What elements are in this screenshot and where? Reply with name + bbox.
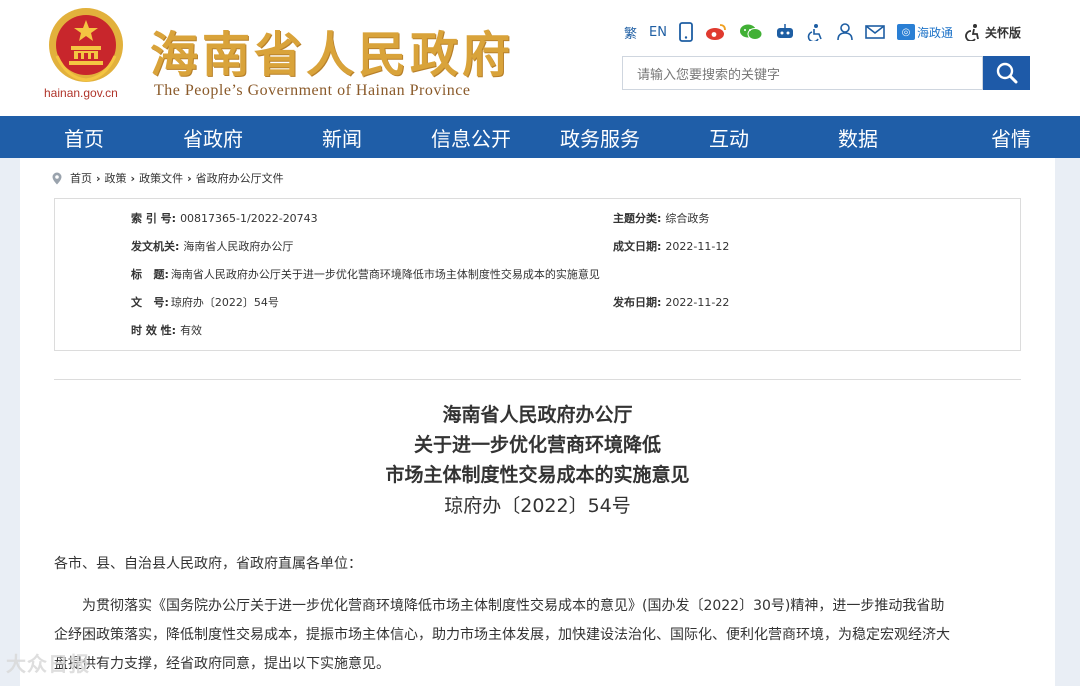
meta-topic: 主题分类: 综合政务 bbox=[613, 211, 709, 225]
nav-item-government-services[interactable]: 政务服务 bbox=[516, 116, 684, 158]
site-header: hainan.gov.cn 海南省人民政府 The People’s Gover… bbox=[0, 0, 1080, 116]
breadcrumb-office-documents[interactable]: 省政府办公厅文件 bbox=[196, 170, 284, 186]
meta-publish-label: 发布日期: bbox=[613, 296, 662, 309]
meta-written-label: 成文日期: bbox=[613, 240, 662, 253]
meta-issuer-value: 海南省人民政府办公厅 bbox=[183, 240, 294, 253]
haizhengtong-link[interactable]: ◎ 海政通 bbox=[896, 20, 953, 44]
elder-care-label: 关怀版 bbox=[984, 25, 1021, 40]
breadcrumb-home[interactable]: 首页 bbox=[70, 170, 92, 186]
document-salutation: 各市、县、自治县人民政府，省政府直属各单位： bbox=[54, 556, 362, 572]
meta-title-label: 标 题: bbox=[131, 268, 169, 281]
meta-doc-no-label: 文 号: bbox=[131, 296, 169, 309]
nav-item-home[interactable]: 首页 bbox=[0, 116, 168, 158]
meta-publish-value: 2022-11-22 bbox=[665, 295, 730, 309]
wechat-icon[interactable] bbox=[739, 20, 763, 44]
meta-index-value: 00817365-1/2022-20743 bbox=[180, 211, 318, 225]
haizhengtong-label: 海政通 bbox=[916, 25, 953, 40]
weibo-icon[interactable] bbox=[705, 20, 727, 44]
meta-title-value: 海南省人民政府办公厅关于进一步优化营商环境降低市场主体制度性交易成本的实施意见 bbox=[170, 268, 600, 281]
traditional-chinese-link[interactable]: 繁 bbox=[624, 20, 637, 44]
accessibility-icon[interactable] bbox=[807, 20, 825, 44]
document-body-line-3: 盘提供有力支撑，经省政府同意，提出以下实施意见。 bbox=[54, 656, 390, 672]
document-metadata-box: 索 引 号: 00817365-1/2022-20743 主题分类: 综合政务 … bbox=[54, 198, 1021, 351]
breadcrumb-policy-documents[interactable]: 政策文件 bbox=[139, 170, 183, 186]
section-divider bbox=[54, 379, 1021, 380]
elder-care-link[interactable]: 关怀版 bbox=[965, 20, 1021, 44]
document-body-line-1: 为贯彻落实《国务院办公厅关于进一步优化营商环境降低市场主体制度性交易成本的意见》… bbox=[82, 598, 945, 614]
nav-item-data[interactable]: 数据 bbox=[774, 116, 942, 158]
top-toolbar: 繁 EN ◎ 海政通 关怀版 bbox=[624, 20, 1033, 44]
meta-topic-label: 主题分类: bbox=[613, 212, 662, 225]
content-panel: 首页 › 政策 › 政策文件 › 省政府办公厅文件 索 引 号: 0081736… bbox=[20, 158, 1055, 686]
search-icon bbox=[996, 62, 1017, 84]
national-emblem-icon bbox=[49, 8, 123, 82]
meta-issuer: 发文机关: 海南省人民政府办公厅 bbox=[131, 239, 293, 253]
breadcrumb-separator: › bbox=[130, 171, 136, 185]
location-pin-icon bbox=[52, 172, 62, 184]
meta-validity: 时 效 性: 有效 bbox=[131, 323, 202, 337]
mobile-icon[interactable] bbox=[679, 20, 693, 44]
nav-item-interaction[interactable]: 互动 bbox=[684, 116, 774, 158]
meta-validity-label: 时 效 性: bbox=[131, 324, 177, 337]
nav-item-provincial-government[interactable]: 省政府 bbox=[168, 116, 258, 158]
nav-item-information-disclosure[interactable]: 信息公开 bbox=[426, 116, 516, 158]
breadcrumb: 首页 › 政策 › 政策文件 › 省政府办公厅文件 bbox=[52, 170, 284, 186]
breadcrumb-separator: › bbox=[187, 171, 192, 185]
document-body-line-2: 企纾困政策落实，降低制度性交易成本，提振市场主体信心，助力市场主体发展，加快建设… bbox=[54, 627, 950, 643]
breadcrumb-policy[interactable]: 政策 bbox=[105, 170, 127, 186]
meta-index: 索 引 号: 00817365-1/2022-20743 bbox=[131, 211, 318, 226]
haizhengtong-icon: ◎ bbox=[896, 24, 915, 40]
site-title[interactable]: 海南省人民政府 bbox=[150, 15, 514, 85]
meta-written-value: 2022-11-12 bbox=[665, 239, 730, 253]
meta-publish-date: 发布日期: 2022-11-22 bbox=[613, 295, 730, 310]
meta-doc-number: 文 号: 琼府办〔2022〕54号 bbox=[131, 295, 279, 309]
search-button[interactable] bbox=[983, 56, 1030, 90]
search-input[interactable]: 请输入您要搜索的关键字 bbox=[622, 56, 983, 90]
meta-written-date: 成文日期: 2022-11-12 bbox=[613, 239, 730, 254]
main-nav: 首页 省政府 新闻 信息公开 政务服务 互动 数据 省情 bbox=[0, 116, 1080, 158]
meta-topic-value: 综合政务 bbox=[665, 212, 710, 225]
document-title-line-2: 关于进一步优化营商环境降低 bbox=[413, 434, 661, 456]
mail-icon[interactable] bbox=[865, 20, 885, 44]
robot-icon[interactable] bbox=[775, 20, 795, 44]
source-watermark: 大众日报 bbox=[6, 652, 90, 676]
meta-index-label: 索 引 号: bbox=[131, 212, 177, 225]
meta-doc-no-value: 琼府办〔2022〕54号 bbox=[170, 296, 279, 309]
user-icon[interactable] bbox=[837, 20, 853, 44]
breadcrumb-separator: › bbox=[96, 171, 101, 185]
document-title-line-1: 海南省人民政府办公厅 bbox=[442, 404, 633, 426]
nav-item-provincial-profile[interactable]: 省情 bbox=[942, 116, 1080, 158]
document-number: 琼府办〔2022〕54号 bbox=[444, 495, 631, 517]
meta-validity-value: 有效 bbox=[180, 324, 203, 337]
document-title-line-3: 市场主体制度性交易成本的实施意见 bbox=[385, 464, 690, 486]
nav-item-news[interactable]: 新闻 bbox=[258, 116, 426, 158]
site-domain: hainan.gov.cn bbox=[44, 86, 118, 100]
elder-care-icon bbox=[965, 24, 979, 41]
english-link[interactable]: EN bbox=[649, 20, 667, 44]
meta-title: 标 题: 海南省人民政府办公厅关于进一步优化营商环境降低市场主体制度性交易成本的… bbox=[131, 267, 600, 281]
site-subtitle: The People’s Government of Hainan Provin… bbox=[154, 82, 471, 99]
meta-issuer-label: 发文机关: bbox=[131, 240, 180, 253]
